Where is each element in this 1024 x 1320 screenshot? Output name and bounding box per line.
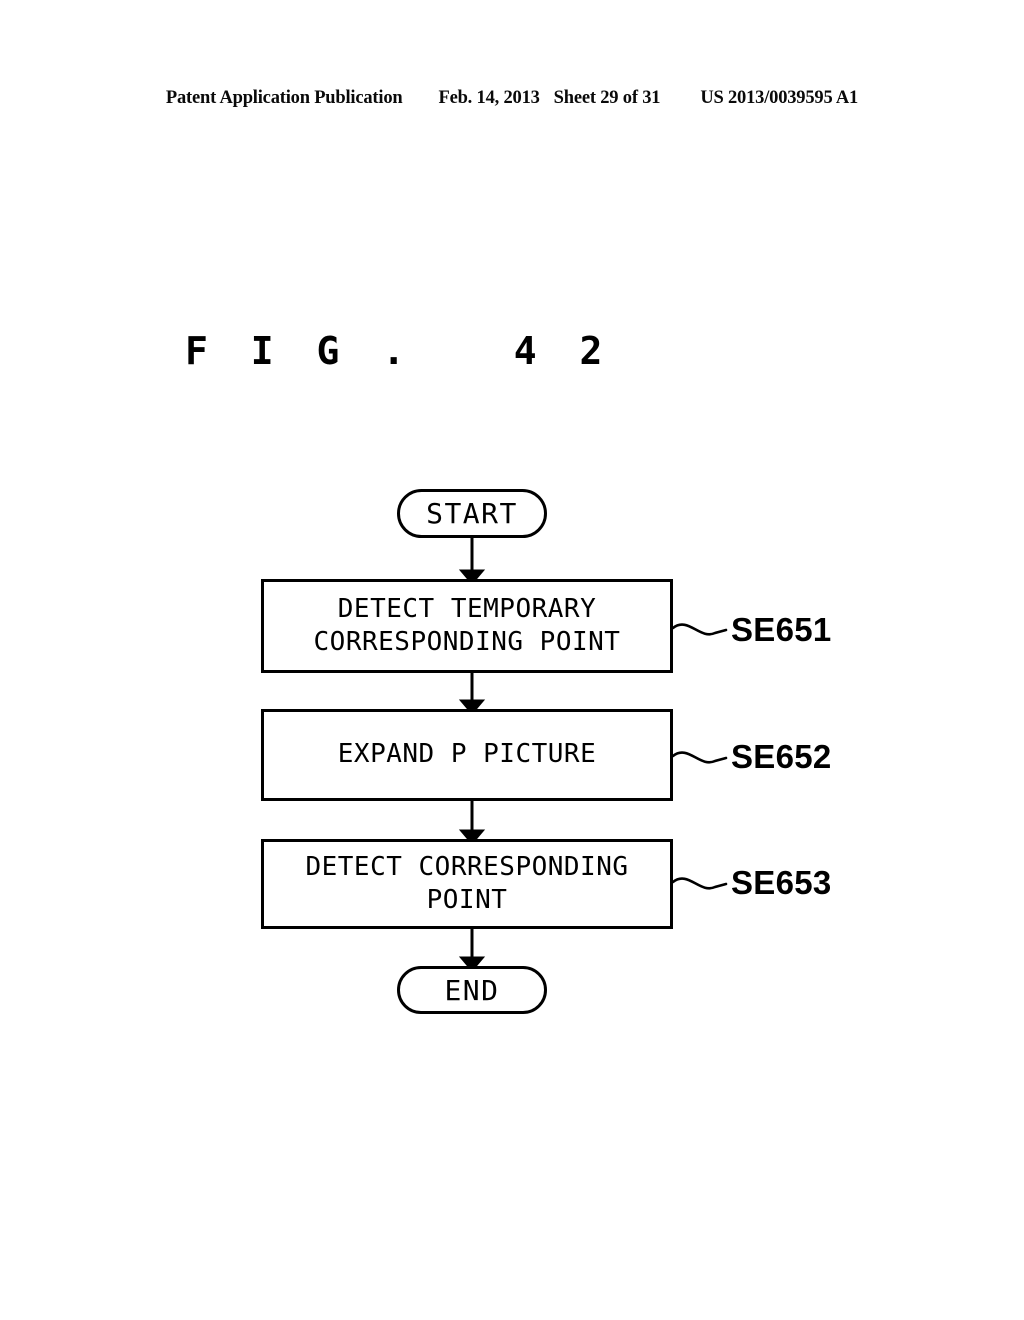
flowchart-node-start-label: START: [426, 497, 518, 530]
flowchart-node-start[interactable]: START: [397, 489, 547, 538]
flowchart-node-se651[interactable]: DETECT TEMPORARY CORRESPONDING POINT: [261, 579, 673, 673]
flowchart-node-end-label: END: [444, 973, 500, 1007]
leader-squiggle-se652: [671, 751, 728, 764]
leader-squiggle-se653: [671, 877, 728, 890]
flowchart-node-se651-label: DETECT TEMPORARY CORRESPONDING POINT: [313, 593, 621, 657]
step-label-se651: SE651: [731, 611, 832, 648]
step-label-se653: SE653: [731, 864, 832, 901]
flowchart-diagram: START DETECT TEMPORARY CORRESPONDING POI…: [0, 0, 1024, 1320]
step-label-se652: SE652: [731, 738, 832, 775]
flowchart-node-end[interactable]: END: [397, 966, 547, 1014]
flowchart-node-se653-label: DETECT CORRESPONDING POINT: [305, 851, 629, 915]
leader-squiggle-se651: [671, 623, 728, 636]
flowchart-node-se652-label: EXPAND P PICTURE: [337, 739, 597, 770]
flowchart-node-se652[interactable]: EXPAND P PICTURE: [261, 709, 673, 801]
flowchart-node-se653[interactable]: DETECT CORRESPONDING POINT: [261, 839, 673, 929]
